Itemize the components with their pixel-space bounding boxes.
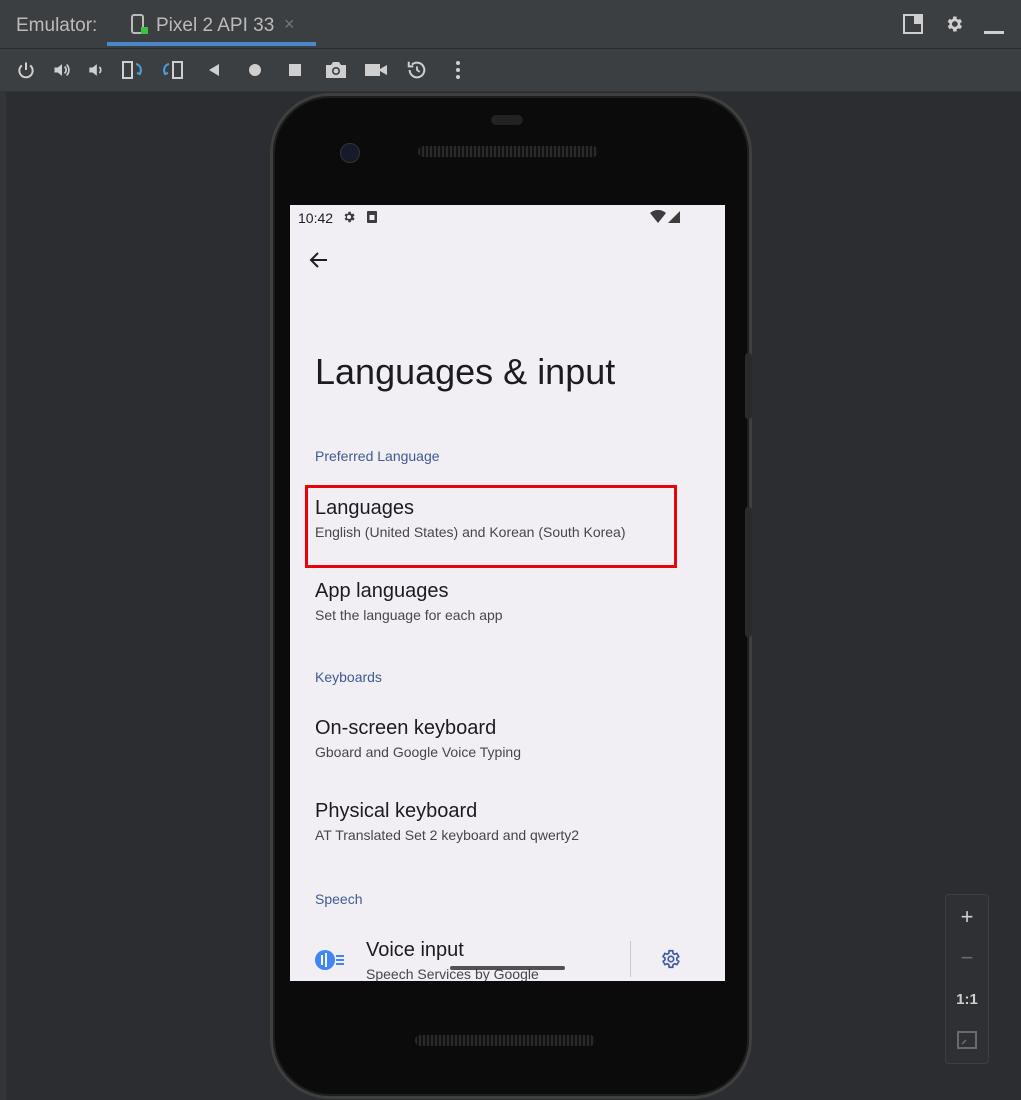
front-camera [340, 143, 360, 163]
fit-screen-icon[interactable] [946, 1020, 988, 1060]
section-header-preferred-language: Preferred Language [315, 448, 440, 464]
setting-item-app-languages[interactable]: App languages Set the language for each … [290, 580, 725, 658]
setting-item-physical-keyboard[interactable]: Physical keyboard AT Translated Set 2 ke… [290, 800, 725, 878]
emulator-tool-window-header: Emulator: Pixel 2 API 33 × [0, 0, 1021, 49]
back-icon[interactable] [202, 58, 226, 82]
zoom-out-button[interactable]: − [946, 938, 988, 978]
left-edge-stripe [0, 92, 6, 1100]
screen-record-icon[interactable] [364, 58, 388, 82]
bottom-speaker-grille [415, 1035, 595, 1046]
volume-up-icon[interactable] [50, 58, 74, 82]
active-tab-indicator [107, 42, 316, 46]
overview-icon[interactable] [283, 58, 307, 82]
voice-input-title[interactable]: Voice input [366, 939, 464, 962]
sim-status-icon [366, 210, 378, 229]
section-header-speech: Speech [315, 891, 363, 907]
setting-item-title: App languages [315, 580, 449, 602]
gear-icon[interactable] [944, 14, 964, 39]
earpiece [491, 115, 523, 125]
snapshot-icon[interactable] [405, 58, 429, 82]
wifi-icon [650, 209, 666, 229]
close-tab-icon[interactable]: × [284, 14, 295, 35]
cell-signal-icon [667, 210, 681, 229]
page-title: Languages & input [315, 351, 616, 392]
settings-status-icon [342, 210, 356, 229]
minimize-icon[interactable] [984, 22, 1004, 40]
home-icon[interactable] [243, 58, 267, 82]
device-icon [131, 14, 149, 41]
tool-window-title: Emulator: [16, 15, 98, 36]
zoom-controls: + − 1:1 [945, 894, 989, 1064]
emulator-toolbar [0, 49, 1021, 92]
setting-item-title: Physical keyboard [315, 800, 478, 822]
highlight-box-languages [305, 485, 677, 568]
volume-down-icon[interactable] [84, 58, 108, 82]
zoom-in-button[interactable]: + [946, 897, 988, 937]
gesture-nav-handle[interactable] [450, 966, 565, 970]
setting-item-subtitle: Gboard and Google Voice Typing [315, 744, 522, 760]
status-bar-time: 10:42 [298, 210, 334, 226]
device-tab-label: Pixel 2 API 33 [156, 15, 275, 36]
more-icon[interactable] [446, 58, 470, 82]
setting-item-subtitle: Set the language for each app [315, 607, 503, 623]
setting-item-title: On-screen keyboard [315, 717, 497, 739]
top-speaker-grille [418, 146, 598, 157]
setting-item-on-screen-keyboard[interactable]: On-screen keyboard Gboard and Google Voi… [290, 717, 725, 795]
voice-input-settings-gear-icon[interactable] [659, 948, 681, 970]
power-icon[interactable] [14, 58, 38, 82]
device-screen[interactable]: 10:42 Languages & input Preferred Langua… [290, 205, 725, 981]
section-header-keyboards: Keyboards [315, 669, 382, 685]
actual-size-button[interactable]: 1:1 [946, 979, 988, 1019]
setting-item-subtitle: AT Translated Set 2 keyboard and qwerty2 [315, 827, 580, 843]
voice-input-icon [315, 945, 345, 975]
phone-volume-button[interactable] [745, 507, 752, 637]
voice-input-divider [630, 941, 631, 977]
rotate-left-icon[interactable] [120, 58, 144, 82]
rotate-right-icon[interactable] [161, 58, 185, 82]
phone-power-button[interactable] [745, 353, 752, 419]
back-arrow-icon[interactable] [307, 248, 331, 272]
screenshot-icon[interactable] [324, 58, 348, 82]
layout-icon[interactable] [903, 14, 923, 39]
